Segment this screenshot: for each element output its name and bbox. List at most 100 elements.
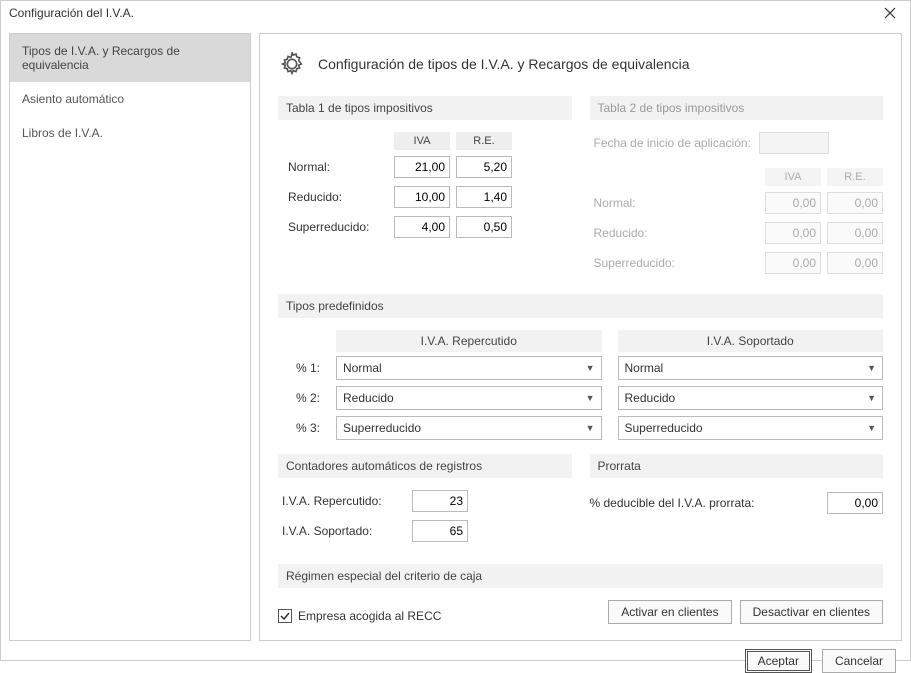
recc-checkbox[interactable] <box>278 609 292 623</box>
predef-row-2: % 2: Reducido ▼ Reducido ▼ <box>278 386 883 410</box>
counter-label: I.V.A. Repercutido: <box>282 494 402 508</box>
main-panel: Configuración de tipos de I.V.A. y Recar… <box>259 33 902 641</box>
activate-clients-button[interactable]: Activar en clientes <box>608 600 731 624</box>
chevron-down-icon: ▼ <box>586 363 595 373</box>
close-icon <box>884 7 896 19</box>
tabla1-super-iva[interactable] <box>394 216 450 238</box>
row-label: Superreducido: <box>594 256 694 270</box>
titlebar: Configuración del I.V.A. <box>1 1 910 25</box>
tabla1-head-iva: IVA <box>394 132 450 150</box>
recc-checkbox-row[interactable]: Empresa acogida al RECC <box>278 609 441 623</box>
select-rep-2[interactable]: Reducido ▼ <box>336 386 602 410</box>
counters-prorrata-row: Contadores automáticos de registros I.V.… <box>278 454 883 550</box>
close-button[interactable] <box>878 1 902 25</box>
sidebar-item-label: Tipos de I.V.A. y Recargos de equivalenc… <box>22 44 180 72</box>
panel-header: Configuración de tipos de I.V.A. y Recar… <box>278 50 883 78</box>
tabla2-row-superreducido: Superreducido: <box>594 252 884 274</box>
accept-button[interactable]: Aceptar <box>745 649 812 673</box>
counters-col: Contadores automáticos de registros I.V.… <box>278 454 572 550</box>
tabla1-normal-re[interactable] <box>456 156 512 178</box>
tabla2-row-reducido: Reducido: <box>594 222 884 244</box>
counters-title: Contadores automáticos de registros <box>278 454 572 478</box>
tabla1-row-superreducido: Superreducido: <box>288 216 572 238</box>
sidebar-item-libros[interactable]: Libros de I.V.A. <box>10 116 250 150</box>
date-label: Fecha de inicio de aplicación: <box>594 136 751 150</box>
prorrata-row: % deducible del I.V.A. prorrata: <box>590 492 884 514</box>
sidebar-item-tipos-iva[interactable]: Tipos de I.V.A. y Recargos de equivalenc… <box>10 34 250 82</box>
select-rep-1[interactable]: Normal ▼ <box>336 356 602 380</box>
prorrata-label: % deducible del I.V.A. prorrata: <box>590 496 755 510</box>
gear-icon <box>278 50 306 78</box>
select-sop-3[interactable]: Superreducido ▼ <box>618 416 884 440</box>
counter-row-rep: I.V.A. Repercutido: <box>278 490 572 512</box>
prorrata-input[interactable] <box>827 492 883 514</box>
row-label: % 2: <box>278 391 320 405</box>
tabla2-col: Tabla 2 de tipos impositivos Fecha de in… <box>590 96 884 282</box>
predef-row-3: % 3: Superreducido▼ Superreducido▼ <box>278 416 883 440</box>
tabla1-head-re: R.E. <box>456 132 512 150</box>
tabla2-head-re: R.E. <box>827 168 883 186</box>
chevron-down-icon: ▼ <box>867 363 876 373</box>
counter-rep-input[interactable] <box>412 490 468 512</box>
recc-row: Empresa acogida al RECC Activar en clien… <box>278 600 883 624</box>
predef-row-1: % 1: Normal ▼ Normal ▼ <box>278 356 883 380</box>
select-value: Reducido <box>343 391 394 405</box>
tabla2-normal-re <box>827 192 883 214</box>
dialog-window: Configuración del I.V.A. Tipos de I.V.A.… <box>0 0 911 661</box>
tabla1-head: IVA R.E. <box>288 132 572 150</box>
sidebar-item-label: Asiento automático <box>22 92 124 106</box>
tabla1-super-re[interactable] <box>456 216 512 238</box>
row-label: % 3: <box>278 421 320 435</box>
row-label: % 1: <box>278 361 320 375</box>
tabla1-normal-iva[interactable] <box>394 156 450 178</box>
recc-checkbox-label: Empresa acogida al RECC <box>298 609 441 623</box>
tabla2-reducido-re <box>827 222 883 244</box>
tabla1-reducido-re[interactable] <box>456 186 512 208</box>
check-icon <box>280 611 290 621</box>
select-sop-2[interactable]: Reducido ▼ <box>618 386 884 410</box>
chevron-down-icon: ▼ <box>867 393 876 403</box>
sidebar-item-asiento[interactable]: Asiento automático <box>10 82 250 116</box>
select-value: Normal <box>343 361 382 375</box>
tabla2-row-normal: Normal: <box>594 192 884 214</box>
tables-row: Tabla 1 de tipos impositivos IVA R.E. No… <box>278 96 883 282</box>
predef-head-row: I.V.A. Repercutido I.V.A. Soportado <box>336 330 883 352</box>
predef-title: Tipos predefinidos <box>278 294 883 318</box>
dialog-footer: Aceptar Cancelar <box>1 649 910 673</box>
prorrata-col: Prorrata % deducible del I.V.A. prorrata… <box>590 454 884 550</box>
counter-label: I.V.A. Soportado: <box>282 524 402 538</box>
row-label: Reducido: <box>594 226 694 240</box>
tabla2-head: IVA R.E. <box>594 168 884 186</box>
sidebar-item-label: Libros de I.V.A. <box>22 126 103 140</box>
panel-title: Configuración de tipos de I.V.A. y Recar… <box>318 56 690 72</box>
tabla2-reducido-iva <box>765 222 821 244</box>
chevron-down-icon: ▼ <box>586 423 595 433</box>
tabla1-col: Tabla 1 de tipos impositivos IVA R.E. No… <box>278 96 572 282</box>
chevron-down-icon: ▼ <box>586 393 595 403</box>
window-title: Configuración del I.V.A. <box>9 6 134 20</box>
tabla2-normal-iva <box>765 192 821 214</box>
tabla2-date-input[interactable] <box>759 132 829 154</box>
select-value: Normal <box>625 361 664 375</box>
counter-sop-input[interactable] <box>412 520 468 542</box>
tabla1-row-normal: Normal: <box>288 156 572 178</box>
tabla1-title: Tabla 1 de tipos impositivos <box>278 96 572 120</box>
select-value: Superreducido <box>625 421 703 435</box>
row-label: Superreducido: <box>288 220 388 234</box>
select-sop-1[interactable]: Normal ▼ <box>618 356 884 380</box>
counter-row-sop: I.V.A. Soportado: <box>278 520 572 542</box>
content-area: Tipos de I.V.A. y Recargos de equivalenc… <box>1 25 910 649</box>
select-value: Reducido <box>625 391 676 405</box>
chevron-down-icon: ▼ <box>867 423 876 433</box>
row-label: Normal: <box>594 196 694 210</box>
tabla1-reducido-iva[interactable] <box>394 186 450 208</box>
recc-title: Régimen especial del criterio de caja <box>278 564 883 588</box>
tabla2-head-iva: IVA <box>765 168 821 186</box>
select-rep-3[interactable]: Superreducido▼ <box>336 416 602 440</box>
recc-btn-group: Activar en clientes Desactivar en client… <box>608 600 883 624</box>
tabla2-super-iva <box>765 252 821 274</box>
deactivate-clients-button[interactable]: Desactivar en clientes <box>740 600 883 624</box>
tabla2-date-row: Fecha de inicio de aplicación: <box>594 132 884 154</box>
cancel-button[interactable]: Cancelar <box>822 649 896 673</box>
row-label: Reducido: <box>288 190 388 204</box>
